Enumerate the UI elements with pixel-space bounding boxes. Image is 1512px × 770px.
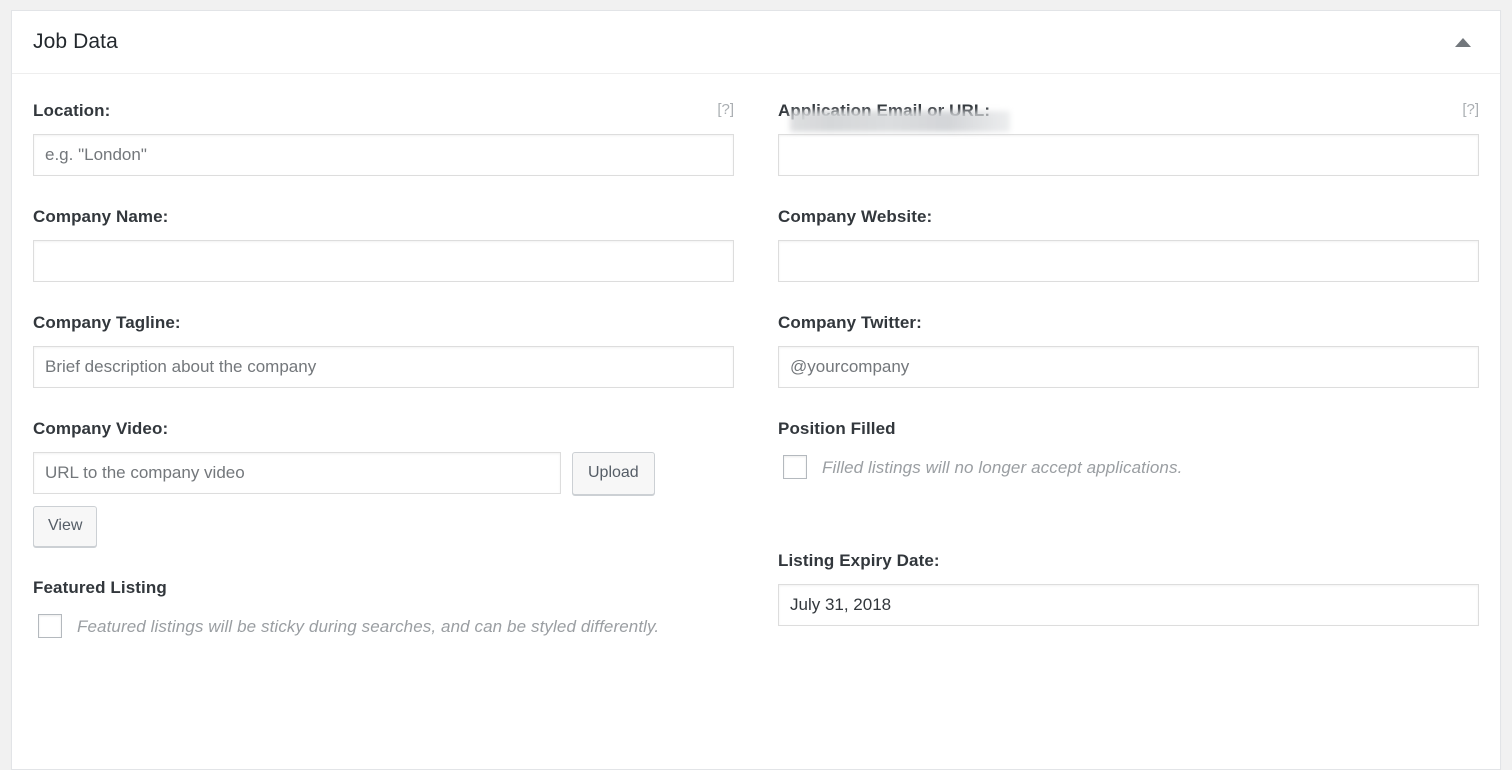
page-title: Job Data	[33, 30, 118, 54]
help-icon-application[interactable]: [?]	[1462, 101, 1479, 118]
field-application: Application Email or URL: [?]	[778, 100, 1479, 177]
company-tagline-label: Company Tagline:	[33, 313, 181, 333]
company-name-input[interactable]	[33, 240, 734, 283]
featured-listing-label: Featured Listing	[33, 578, 167, 598]
company-tagline-input[interactable]	[33, 346, 734, 389]
field-company-tagline: Company Tagline:	[33, 312, 734, 389]
field-location: Location: [?]	[33, 100, 734, 177]
company-name-label: Company Name:	[33, 207, 169, 227]
company-twitter-label: Company Twitter:	[778, 313, 922, 333]
view-button[interactable]: View	[33, 506, 98, 548]
job-data-form: Location: [?] Company Name: Company Tagl…	[33, 100, 1479, 673]
location-input[interactable]	[33, 134, 734, 177]
caret-shape	[1455, 37, 1471, 47]
field-company-twitter: Company Twitter:	[778, 312, 1479, 389]
position-filled-row: Filled listings will no longer accept ap…	[778, 452, 1479, 483]
metabox-header[interactable]: Job Data	[12, 11, 1500, 74]
upload-button[interactable]: Upload	[572, 452, 655, 496]
listing-expiry-label: Listing Expiry Date:	[778, 550, 940, 570]
company-website-label: Company Website:	[778, 207, 933, 227]
field-company-website: Company Website:	[778, 206, 1479, 283]
company-video-actions: View	[33, 506, 734, 548]
application-label: Application Email or URL:	[778, 101, 991, 120]
caret-up-icon[interactable]	[1448, 27, 1478, 57]
field-featured-listing: Featured Listing Featured listings will …	[33, 577, 734, 643]
company-twitter-input[interactable]	[778, 346, 1479, 389]
form-column-left: Location: [?] Company Name: Company Tagl…	[33, 100, 734, 673]
company-website-input[interactable]	[778, 240, 1479, 283]
layout-spacer	[778, 484, 1479, 520]
company-video-input[interactable]	[33, 452, 561, 495]
job-data-metabox: Job Data Location: [?] Company Name: Com…	[11, 10, 1501, 770]
location-label: Location:	[33, 101, 111, 120]
field-listing-expiry: Listing Expiry Date:	[778, 550, 1479, 626]
featured-listing-checkbox[interactable]	[38, 614, 62, 639]
help-icon-location[interactable]: [?]	[717, 101, 734, 118]
position-filled-description[interactable]: Filled listings will no longer accept ap…	[822, 452, 1182, 483]
featured-listing-row: Featured listings will be sticky during …	[33, 611, 734, 642]
field-company-name: Company Name:	[33, 206, 734, 283]
listing-expiry-input[interactable]	[778, 583, 1479, 626]
field-company-video: Company Video: Upload View	[33, 418, 734, 548]
field-position-filled: Position Filled Filled listings will no …	[778, 418, 1479, 520]
position-filled-checkbox[interactable]	[783, 455, 807, 480]
application-input[interactable]	[778, 134, 1479, 177]
form-column-right: Application Email or URL: [?] Company We…	[778, 100, 1479, 673]
company-video-label: Company Video:	[33, 419, 169, 439]
metabox-body: Location: [?] Company Name: Company Tagl…	[12, 74, 1500, 683]
company-video-row: Upload	[33, 452, 734, 496]
featured-listing-description[interactable]: Featured listings will be sticky during …	[77, 611, 659, 642]
position-filled-label: Position Filled	[778, 419, 896, 439]
